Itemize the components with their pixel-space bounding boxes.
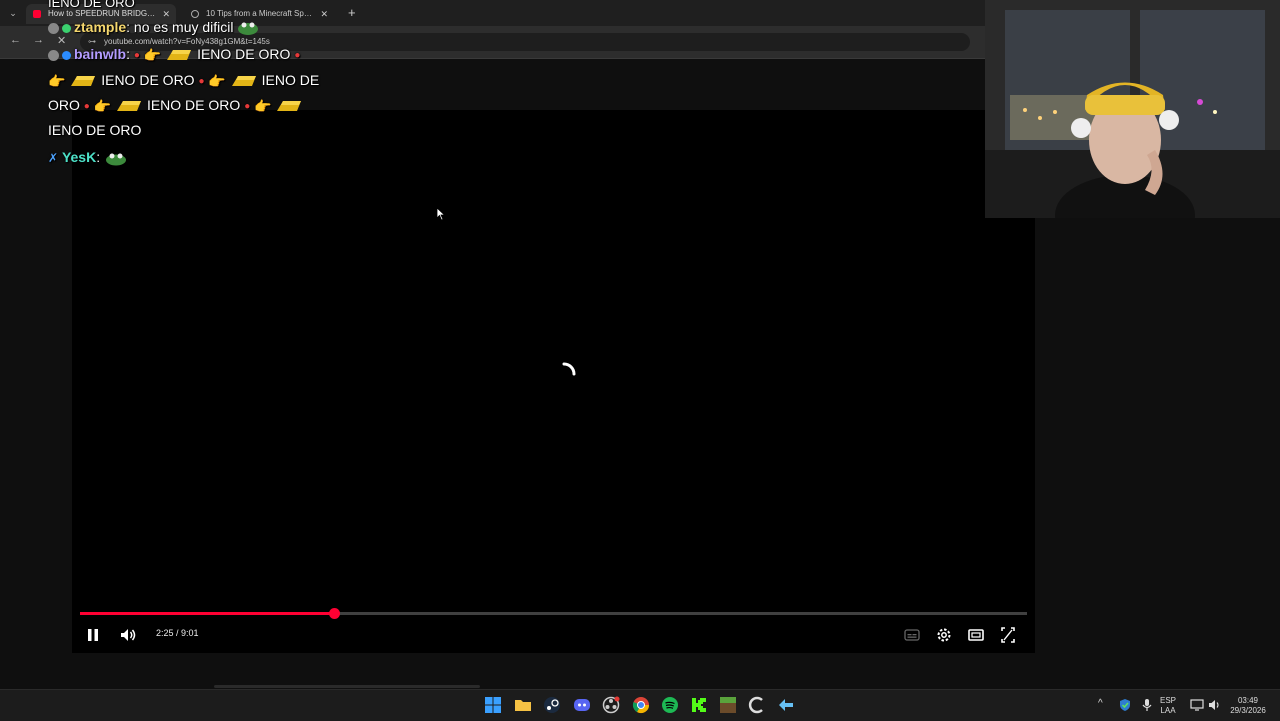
kick-icon[interactable] <box>690 696 708 714</box>
horizontal-scrollbar[interactable] <box>214 685 480 688</box>
steam-icon[interactable] <box>543 696 561 714</box>
language-code: ESP <box>1160 696 1177 705</box>
network-icon[interactable] <box>1190 698 1204 712</box>
streamer-webcam <box>985 0 1280 218</box>
language-layout: LAA <box>1160 706 1176 715</box>
discord-icon[interactable] <box>573 696 591 714</box>
sidebar-area <box>1035 218 1280 688</box>
frog-emote-icon <box>105 153 126 166</box>
chat-emote-icon: ● <box>244 100 251 112</box>
frog-emote-icon <box>238 22 259 36</box>
time-display: 2:25 / 9:01 <box>156 628 199 638</box>
gear-icon[interactable] <box>935 625 953 645</box>
fullscreen-icon[interactable] <box>999 625 1017 645</box>
chat-message: bainwlb: ● 👉 IENO DE ORO ● <box>48 42 300 68</box>
chat-emote-icon: ● <box>198 75 205 87</box>
chat-badge-icon <box>62 50 71 60</box>
video-player[interactable] <box>72 110 1035 653</box>
chat-message-continued: 👉 IENO DE ORO ● 👉 IENO DE <box>48 68 319 94</box>
subtitles-icon[interactable] <box>903 625 921 645</box>
chat-emote-icon: ● <box>294 49 301 61</box>
windows-start-icon[interactable] <box>484 696 502 714</box>
chat-badge-icon <box>62 23 71 33</box>
chat-message: ✗ YesK: <box>48 145 128 171</box>
pointing-hand-emote-icon: 👉 <box>93 97 112 114</box>
chat-badge-icon <box>48 49 59 61</box>
gold-ingot-emote-icon <box>71 76 96 87</box>
windows-taskbar: ^ ESP LAA 03:49 29/3/2026 <box>0 689 1280 721</box>
back-arrow-icon[interactable]: ← <box>10 34 21 46</box>
sword-badge-icon: ✗ <box>48 150 59 165</box>
file-explorer-icon[interactable] <box>514 696 532 714</box>
volume-icon[interactable] <box>118 625 138 645</box>
pointing-hand-emote-icon: 👉 <box>143 46 162 63</box>
chat-message-continued: IENO DE ORO <box>48 118 141 143</box>
pause-icon[interactable] <box>85 625 101 645</box>
chat-text: IENO DE ORO <box>48 122 142 138</box>
minecraft-icon[interactable] <box>719 696 737 714</box>
new-tab-button[interactable]: + <box>348 5 356 21</box>
clock-time: 03:49 <box>1237 696 1259 705</box>
loading-spinner-icon <box>562 362 576 376</box>
speaker-icon[interactable] <box>1207 698 1221 712</box>
security-shield-icon[interactable] <box>1118 698 1132 712</box>
chat-emote-icon: ● <box>133 49 140 61</box>
pointing-hand-emote-icon: 👉 <box>254 97 272 114</box>
chat-username: ztample <box>74 19 127 35</box>
forward-arrow-icon[interactable]: → <box>33 34 44 46</box>
obs-icon[interactable] <box>602 696 620 714</box>
progress-scrubber[interactable] <box>328 608 340 619</box>
pointing-hand-emote-icon: 👉 <box>48 72 66 89</box>
gold-ingot-emote-icon <box>231 76 256 87</box>
chat-message-continued: ORO ● 👉 IENO DE ORO ● 👉 <box>48 93 303 119</box>
chat-line-partial: IENO DE ORO <box>48 0 135 10</box>
close-tab-icon[interactable]: ✕ <box>320 4 328 24</box>
theater-mode-icon[interactable] <box>967 625 985 645</box>
chat-text: IENO DE ORO <box>197 46 291 62</box>
chat-emote-icon: ● <box>83 100 90 112</box>
steam-vr-icon[interactable] <box>777 696 795 714</box>
webcam-feed-image <box>985 0 1280 218</box>
gold-ingot-emote-icon <box>167 50 192 61</box>
show-hidden-icons-chevron-icon[interactable]: ^ <box>1098 699 1103 709</box>
chat-username: YesK <box>61 149 97 165</box>
language-indicator[interactable]: ESP LAA <box>1160 696 1176 716</box>
chat-text: ORO <box>48 97 80 113</box>
gold-ingot-emote-icon <box>117 101 142 112</box>
clock-date: 29/3/2026 <box>1230 706 1266 715</box>
ccleaner-icon[interactable] <box>748 696 766 714</box>
chat-text: IENO DE ORO <box>146 97 241 113</box>
pointing-hand-emote-icon: 👉 <box>208 72 226 89</box>
chat-message: ztample: no es muy dificil <box>48 15 259 40</box>
chat-text: IENO DE ORO <box>101 72 195 88</box>
youtube-favicon-icon <box>33 10 41 18</box>
chat-username: bainwlb <box>74 46 127 62</box>
spotify-icon[interactable] <box>661 696 679 714</box>
tab-search-chevron-icon[interactable]: ⌄ <box>6 6 20 20</box>
microphone-icon[interactable] <box>1140 698 1154 712</box>
mouse-cursor-icon <box>436 207 446 221</box>
progress-bar[interactable] <box>80 608 1027 619</box>
chat-badge-icon <box>48 22 59 34</box>
chat-text: IENO DE <box>261 72 320 88</box>
chrome-icon[interactable] <box>632 696 650 714</box>
gold-ingot-emote-icon <box>277 101 302 112</box>
clock[interactable]: 03:49 29/3/2026 <box>1226 696 1270 716</box>
progress-bar-played <box>80 612 334 615</box>
chat-text: no es muy dificil <box>133 19 234 35</box>
